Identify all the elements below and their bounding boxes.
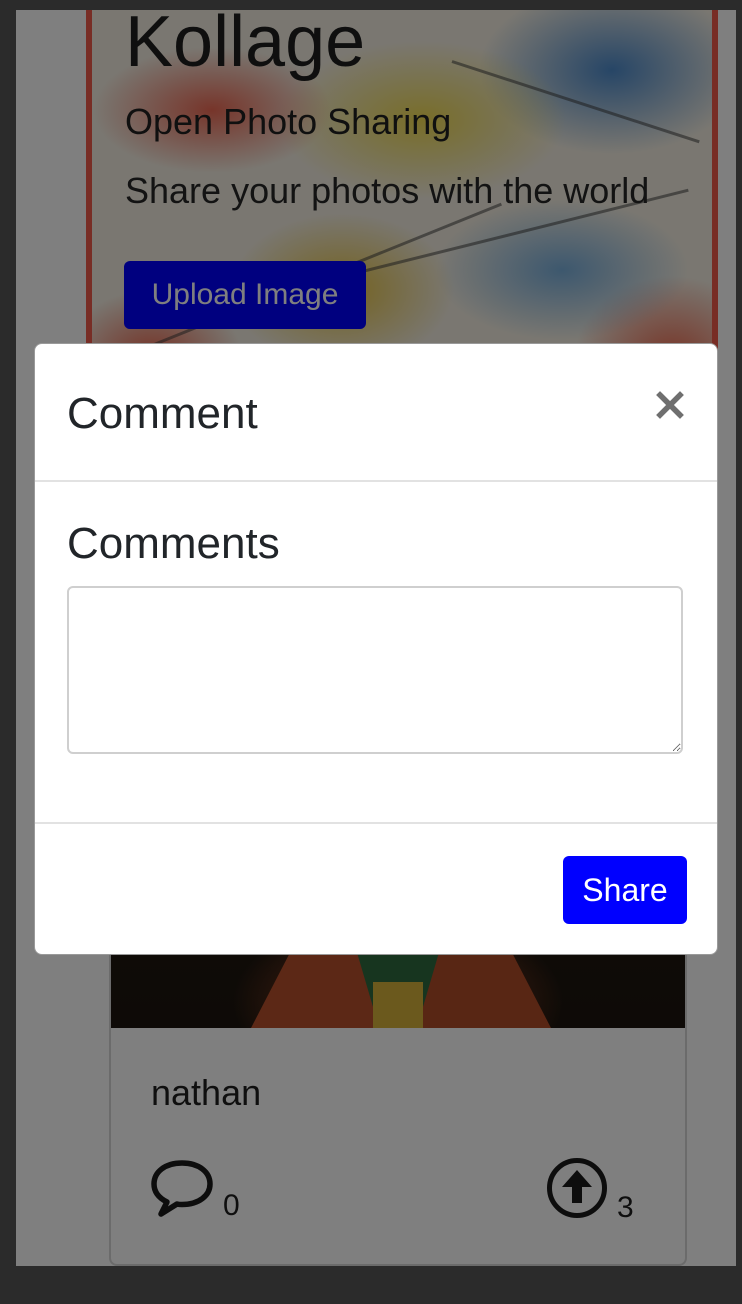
close-button[interactable] — [653, 388, 687, 422]
comment-modal: Comment Comments Share — [34, 343, 718, 955]
app-viewport: Kollage Open Photo Sharing Share your ph… — [16, 10, 736, 1266]
comment-textarea[interactable] — [67, 586, 683, 754]
comments-label: Comments — [67, 519, 280, 568]
modal-title: Comment — [67, 389, 258, 438]
share-button[interactable]: Share — [563, 856, 687, 924]
modal-footer: Share — [35, 822, 717, 954]
close-icon — [653, 391, 687, 425]
modal-body: Comments — [35, 482, 717, 822]
modal-header: Comment — [35, 344, 717, 482]
